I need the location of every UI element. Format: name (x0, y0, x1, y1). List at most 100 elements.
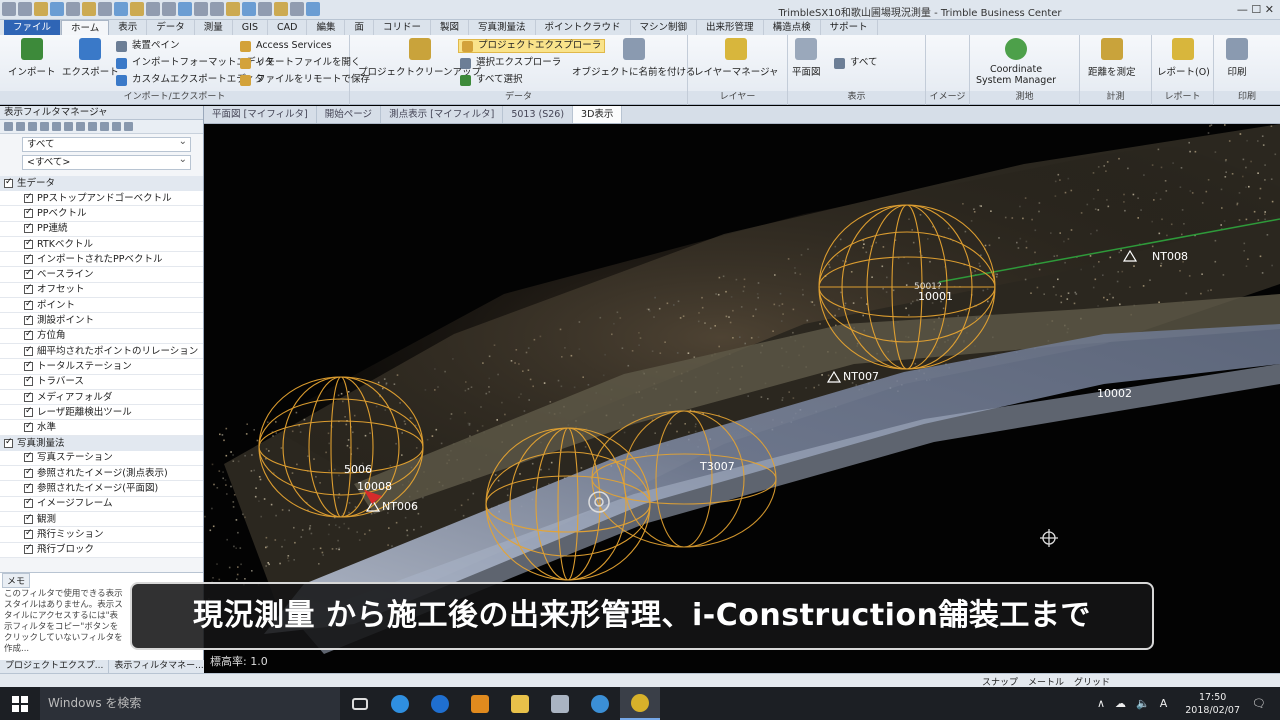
tab-survey[interactable]: 測量 (195, 20, 233, 35)
network-icon[interactable]: ☁ (1115, 697, 1126, 710)
device-pane-button[interactable]: 装置ペイン (116, 39, 180, 53)
doc-tab-start-page[interactable]: 開始ページ (317, 106, 382, 123)
tab-inspection[interactable]: 構造点検 (764, 20, 821, 35)
clock[interactable]: 17:50 2018/02/07 (1185, 691, 1240, 717)
cloud-point (529, 378, 532, 381)
checkbox[interactable] (24, 205, 33, 220)
checkbox[interactable] (24, 236, 33, 251)
checkbox[interactable] (24, 419, 33, 434)
checkbox[interactable] (24, 297, 33, 312)
cloud-point (413, 528, 415, 531)
checkbox[interactable] (24, 526, 33, 541)
tab-file[interactable]: ファイル (4, 20, 62, 35)
tab-corridor[interactable]: コリドー (374, 20, 431, 35)
open-remote-file-button[interactable]: リモートファイルを開く (240, 56, 361, 70)
checkbox[interactable] (24, 373, 33, 388)
volume-icon[interactable]: 🔈 (1136, 697, 1150, 710)
window-controls[interactable]: — ☐ ✕ (1237, 3, 1274, 16)
tab-home[interactable]: ホーム (61, 20, 110, 35)
cloud-point (449, 417, 452, 420)
taskbar-search[interactable]: Windows を検索 (40, 687, 340, 720)
ime-icon[interactable]: A (1160, 697, 1168, 710)
filter-style-select[interactable]: <すべて> (22, 153, 191, 170)
tray-chevron-icon[interactable]: ∧ (1097, 697, 1105, 710)
checkbox[interactable] (24, 190, 33, 205)
tab-view[interactable]: 表示 (109, 20, 148, 35)
checkbox[interactable] (24, 404, 33, 419)
filter-select[interactable]: すべて (22, 135, 191, 152)
start-button[interactable] (0, 687, 40, 720)
cloud-point (964, 230, 967, 233)
checkbox[interactable] (4, 176, 13, 190)
cloud-point (356, 531, 358, 533)
memo-tab[interactable]: メモ (2, 573, 31, 588)
checkbox[interactable] (24, 281, 33, 296)
tab-surface[interactable]: 面 (345, 20, 374, 35)
cloud-point (244, 516, 246, 519)
import-button[interactable]: インポート (8, 38, 56, 78)
cloud-point (821, 374, 823, 376)
checkbox[interactable] (24, 449, 33, 464)
checkbox[interactable] (24, 266, 33, 281)
cloud-point (352, 431, 354, 434)
checkbox[interactable] (4, 435, 13, 450)
checkbox[interactable] (24, 389, 33, 404)
view-filter-select[interactable]: すべて (834, 56, 877, 70)
name-objects-button[interactable]: オブジェクトに名前を付ける (572, 38, 696, 78)
tab-gis[interactable]: GIS (233, 20, 268, 35)
select-all-button[interactable]: すべて選択 (460, 73, 522, 87)
tab-cad[interactable]: CAD (268, 20, 308, 35)
tab-view-filter-manager[interactable]: 表示フィルタマネー... (109, 660, 210, 673)
checkbox[interactable] (24, 312, 33, 327)
tab-point-cloud[interactable]: ポイントクラウド (536, 20, 631, 35)
print-button[interactable]: 印刷 (1226, 38, 1248, 78)
tbc-button[interactable] (620, 687, 660, 720)
checkbox[interactable] (24, 251, 33, 266)
layer-manager-button[interactable]: レイヤーマネージャ (694, 38, 779, 78)
cloud-point (1055, 294, 1057, 296)
outlook-button[interactable] (460, 687, 500, 720)
explorer-button[interactable] (500, 687, 540, 720)
checkbox[interactable] (24, 465, 33, 480)
tab-machine-control[interactable]: マシン制御 (631, 20, 698, 35)
doc-tab-5013[interactable]: 5013 (S26) (503, 106, 574, 123)
checkbox[interactable] (24, 343, 33, 358)
access-services-button[interactable]: Access Services (240, 39, 332, 53)
checkbox[interactable] (24, 480, 33, 495)
cloud-point (728, 316, 730, 318)
tab-as-built[interactable]: 出来形管理 (697, 20, 764, 35)
cloud-point (539, 335, 542, 338)
checkbox[interactable] (24, 541, 33, 556)
checkbox[interactable] (24, 511, 33, 526)
notifications-icon[interactable]: 🗨 (1252, 697, 1266, 710)
filter-item[interactable]: 水準 (0, 419, 203, 436)
export-button[interactable]: エクスポート (62, 38, 119, 78)
coordinate-system-manager-button[interactable]: Coordinate System Manager (976, 38, 1056, 86)
checkbox[interactable] (24, 327, 33, 342)
tab-edit[interactable]: 編集 (307, 20, 346, 35)
doc-tab-plan-view[interactable]: 平面図 [マイフィルタ] (204, 106, 317, 123)
tab-data[interactable]: データ (147, 20, 195, 35)
checkbox[interactable] (24, 220, 33, 235)
measure-distance-button[interactable]: 距離を測定 (1088, 38, 1136, 78)
checkbox[interactable] (24, 495, 33, 510)
store-button[interactable] (540, 687, 580, 720)
tab-support[interactable]: サポート (821, 20, 878, 35)
plan-view-button[interactable]: 平面図 (792, 38, 821, 78)
selection-explorer-button[interactable]: 選択エクスプローラ (460, 56, 561, 70)
checkbox[interactable] (24, 358, 33, 373)
app-n-button[interactable] (580, 687, 620, 720)
doc-tab-station-view[interactable]: 測点表示 [マイフィルタ] (381, 106, 504, 123)
cloud-point (1228, 140, 1231, 142)
tab-project-explorer[interactable]: プロジェクトエクスプ... (0, 660, 110, 673)
tab-photogrammetry[interactable]: 写真測量法 (469, 20, 536, 35)
ie-button[interactable] (380, 687, 420, 720)
report-button[interactable]: レポート(O) (1157, 38, 1210, 78)
task-view-button[interactable] (340, 687, 380, 720)
edge-button[interactable] (420, 687, 460, 720)
panel-toolbar[interactable] (0, 120, 203, 134)
filter-item[interactable]: 飛行ブロック (0, 541, 203, 558)
doc-tab-3d-view[interactable]: 3D表示 (573, 106, 623, 123)
tab-drafting[interactable]: 製図 (431, 20, 469, 35)
cloud-point (844, 302, 847, 305)
